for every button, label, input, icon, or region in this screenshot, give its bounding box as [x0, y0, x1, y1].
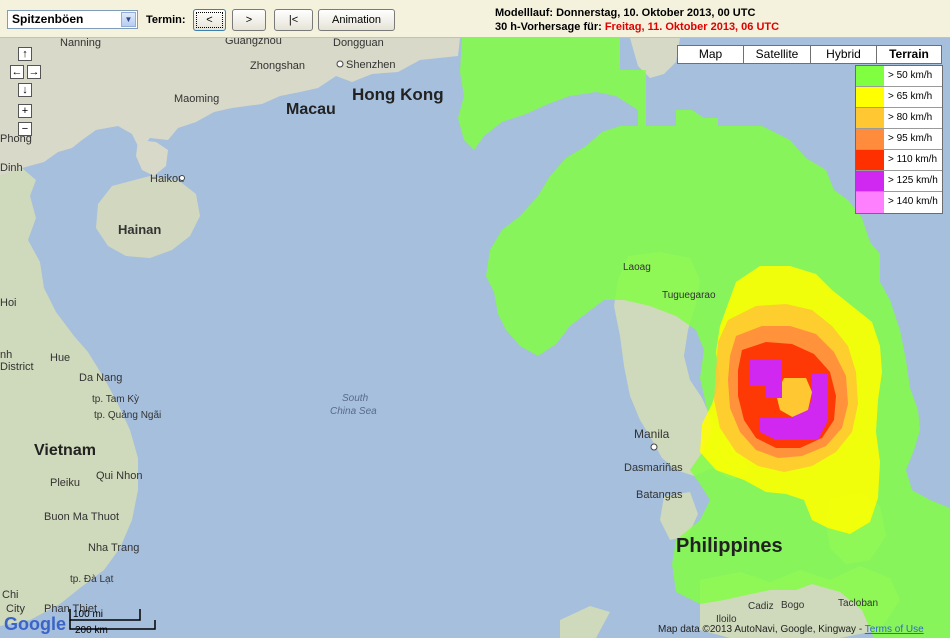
pan-up-button[interactable]: ↑	[18, 47, 32, 61]
label-da-nang: Da Nang	[79, 372, 122, 384]
legend-label: > 110 km/h	[888, 154, 938, 165]
forecast-prefix: 30 h-Vorhersage für:	[495, 21, 605, 33]
label-shenzhen: Shenzhen	[346, 59, 396, 71]
zoom-out-button[interactable]: −	[18, 122, 32, 136]
label-zhongshan: Zhongshan	[250, 60, 305, 72]
legend-row: > 140 km/h	[856, 192, 942, 213]
map-type-map[interactable]: Map	[677, 45, 744, 64]
chevron-down-icon[interactable]: ▼	[121, 12, 136, 27]
termin-label: Termin:	[146, 14, 186, 26]
forecast-time: Freitag, 11. Oktober 2013, 06 UTC	[604, 21, 780, 33]
label-dasmarinas: Dasmariñas	[624, 462, 683, 474]
legend-swatch	[856, 66, 884, 86]
label-chi: Chi	[2, 589, 19, 601]
label-batangas: Batangas	[636, 489, 683, 501]
scale-top-label: 100 mi	[73, 609, 103, 620]
label-macau: Macau	[286, 101, 336, 118]
label-tam-ky: tp. Tam Kỳ	[92, 394, 139, 405]
label-cadiz: Cadiz	[748, 601, 774, 612]
map-canvas[interactable]: Nanning Guangzhou Dongguan Zhongshan She…	[0, 38, 950, 638]
legend-row: > 65 km/h	[856, 87, 942, 108]
animation-button[interactable]: Animation	[318, 9, 395, 31]
map-svg: Nanning Guangzhou Dongguan Zhongshan She…	[0, 38, 950, 638]
label-district: District	[0, 361, 34, 373]
label-haikou: Haikou	[150, 173, 184, 185]
label-hainan: Hainan	[118, 222, 161, 237]
label-guangzhou: Guangzhou	[225, 38, 282, 47]
label-hoi: Hoi	[0, 297, 17, 309]
label-vietnam: Vietnam	[34, 442, 96, 459]
forecast-text: 30 h-Vorhersage für: Freitag, 11. Oktobe…	[495, 21, 779, 33]
city-dot-shenzhen	[336, 60, 344, 68]
legend-label: > 65 km/h	[888, 91, 933, 102]
legend-row: > 80 km/h	[856, 108, 942, 129]
toolbar: Spitzenböen ▼ Termin: < > |< Animation M…	[0, 0, 950, 38]
label-pleiku: Pleiku	[50, 477, 80, 489]
label-qui-nhon: Qui Nhon	[96, 470, 142, 482]
label-bogo: Bogo	[781, 600, 805, 611]
label-dinh: Dinh	[0, 162, 23, 174]
label-nh: nh	[0, 349, 12, 361]
label-china-sea: China Sea	[330, 406, 377, 417]
wind-legend: > 50 km/h > 65 km/h > 80 km/h > 95 km/h …	[855, 65, 943, 214]
legend-swatch	[856, 171, 884, 191]
pan-left-button[interactable]: ←	[10, 65, 24, 79]
city-dot-manila	[650, 443, 658, 451]
label-nha-trang: Nha Trang	[88, 542, 139, 554]
legend-label: > 125 km/h	[888, 175, 938, 186]
label-manila: Manila	[634, 427, 670, 441]
legend-row: > 110 km/h	[856, 150, 942, 171]
legend-swatch	[856, 87, 884, 107]
legend-label: > 140 km/h	[888, 196, 938, 207]
label-dongguan: Dongguan	[333, 38, 384, 49]
scale-bottom-label: 200 km	[75, 625, 108, 636]
legend-swatch	[856, 150, 884, 170]
legend-row: > 50 km/h	[856, 66, 942, 87]
label-hue: Hue	[50, 352, 70, 364]
label-nanning: Nanning	[60, 38, 101, 49]
parameter-select-value: Spitzenböen	[12, 12, 84, 26]
label-laoag: Laoag	[623, 262, 651, 273]
legend-label: > 50 km/h	[888, 70, 933, 81]
pan-down-button[interactable]: ↓	[18, 83, 32, 97]
terms-of-use-link[interactable]: Terms of Use	[865, 624, 924, 635]
label-tuguegarao: Tuguegarao	[662, 290, 716, 301]
map-type-satellite[interactable]: Satellite	[743, 45, 811, 64]
previous-button[interactable]: <	[193, 9, 226, 31]
credit-text: Map data ©2013 AutoNavi, Google, Kingway…	[658, 624, 865, 635]
next-button[interactable]: >	[232, 9, 266, 31]
parameter-select[interactable]: Spitzenböen ▼	[7, 10, 138, 29]
legend-label: > 80 km/h	[888, 112, 933, 123]
zoom-in-button[interactable]: +	[18, 104, 32, 118]
legend-row: > 95 km/h	[856, 129, 942, 150]
legend-row: > 125 km/h	[856, 171, 942, 192]
map-type-hybrid[interactable]: Hybrid	[810, 45, 877, 64]
map-credit: Map data ©2013 AutoNavi, Google, Kingway…	[658, 624, 924, 635]
city-dot-haikou	[179, 175, 185, 181]
label-south: South	[342, 393, 369, 404]
label-tacloban: Tacloban	[838, 598, 878, 609]
label-buon-ma-thuot: Buon Ma Thuot	[44, 511, 119, 523]
label-quang-ngai: tp. Quảng Ngãi	[94, 410, 161, 421]
legend-swatch	[856, 129, 884, 149]
label-philippines: Philippines	[676, 535, 783, 557]
label-da-lat: tp. Đà Lạt	[70, 574, 114, 585]
label-hong-kong: Hong Kong	[352, 85, 444, 104]
google-logo: Google	[4, 614, 66, 634]
model-run-text: Modelllauf: Donnerstag, 10. Oktober 2013…	[495, 7, 756, 19]
map-type-control: Map Satellite Hybrid Terrain	[677, 45, 942, 64]
legend-label: > 95 km/h	[888, 133, 933, 144]
pan-right-button[interactable]: →	[27, 65, 41, 79]
first-button[interactable]: |<	[274, 9, 313, 31]
map-type-terrain[interactable]: Terrain	[876, 45, 942, 64]
legend-swatch	[856, 192, 884, 213]
legend-swatch	[856, 108, 884, 128]
label-maoming: Maoming	[174, 93, 219, 105]
